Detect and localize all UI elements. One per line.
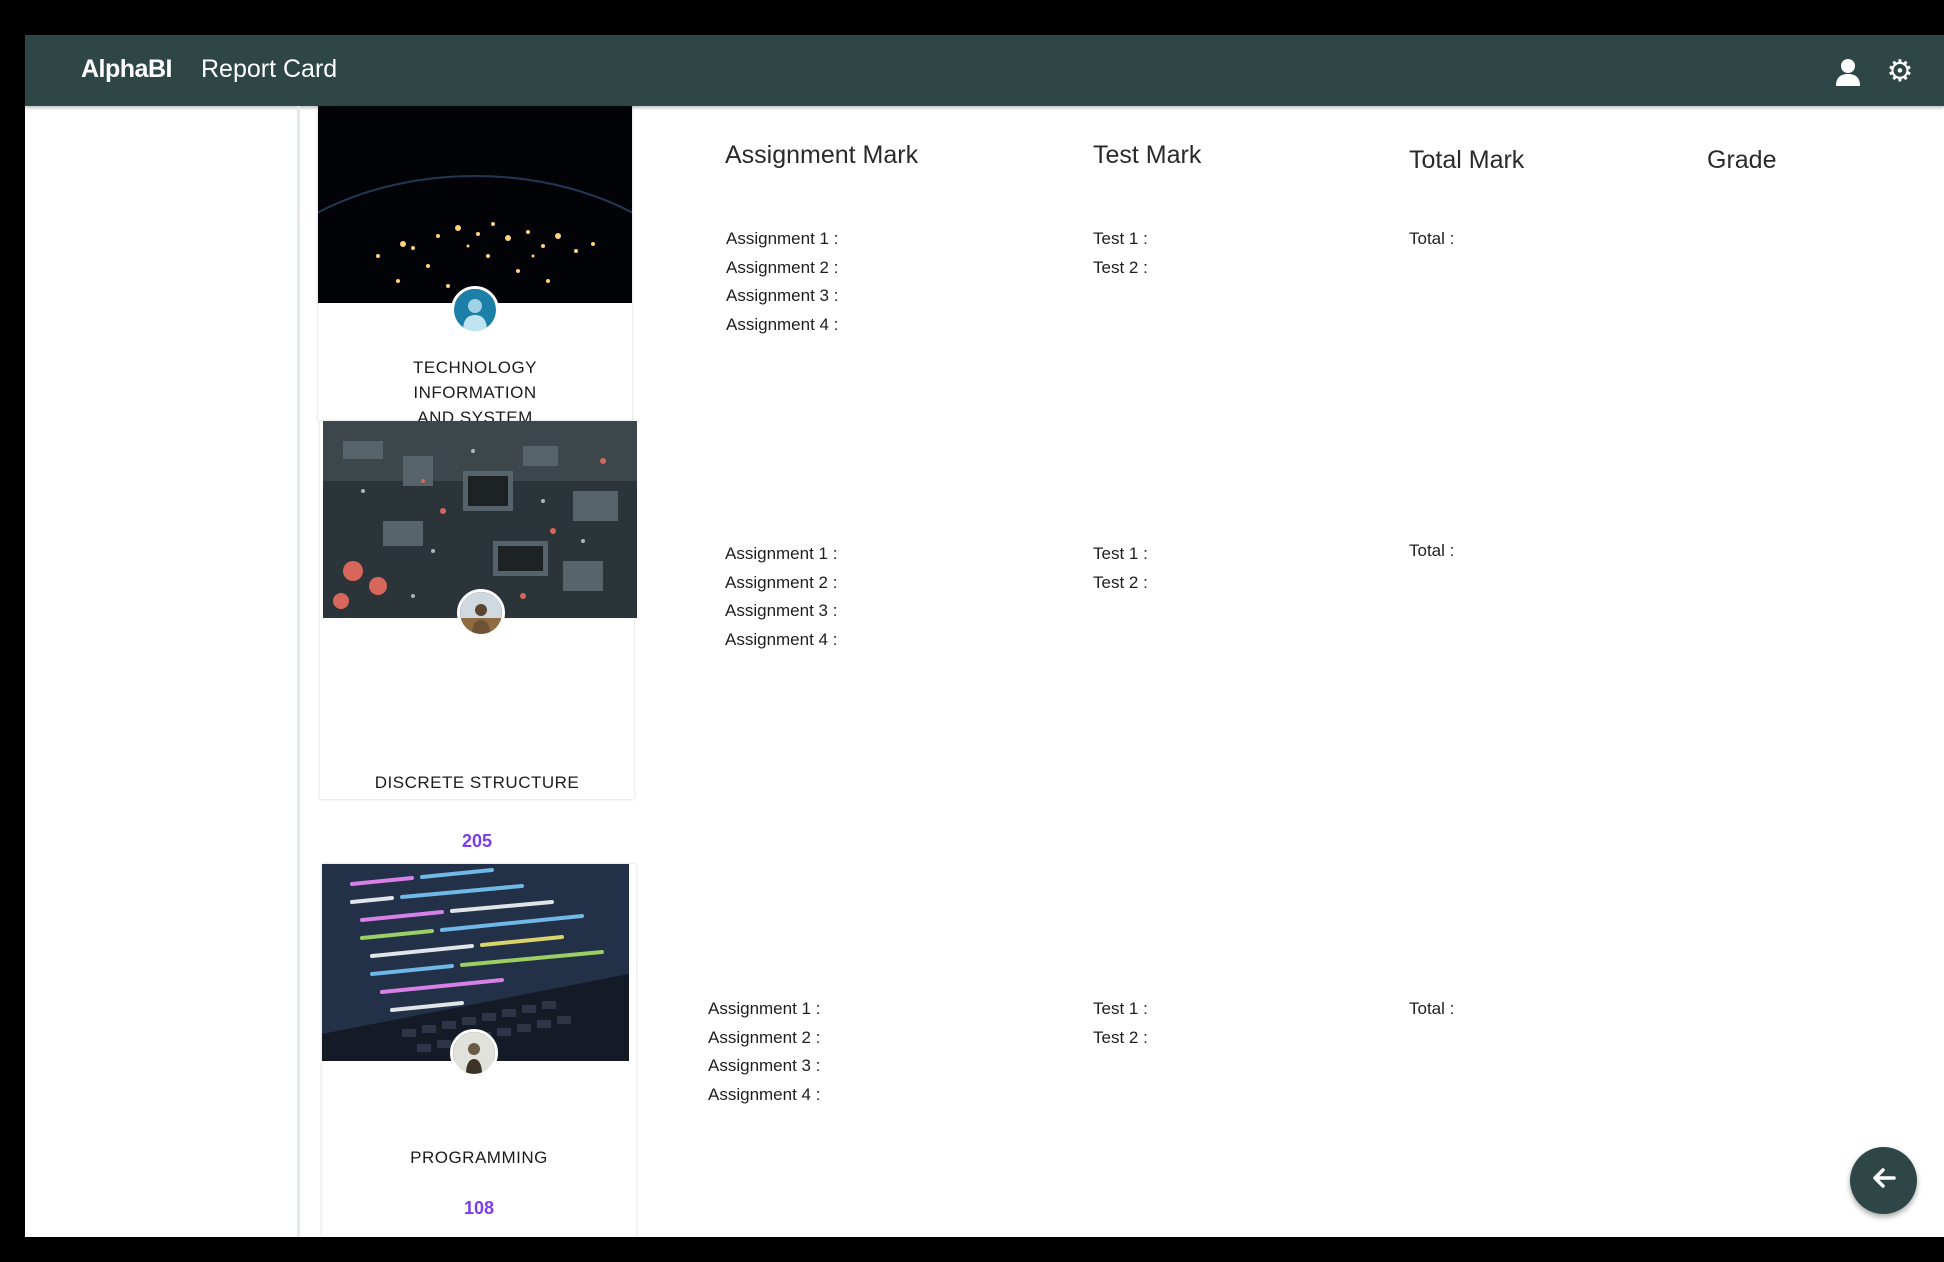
- test-2-label: Test 2 :: [1093, 1027, 1148, 1047]
- test-marks-list: Test 1 : Test 2 :: [1093, 540, 1148, 597]
- user-icon[interactable]: [1833, 57, 1863, 87]
- course-card-technology-information-and-system[interactable]: TECHNOLOGY INFORMATION AND SYSTEM 120: [318, 106, 632, 463]
- total-label: Total :: [1409, 541, 1455, 560]
- course-name: DISCRETE STRUCTURE: [374, 773, 580, 792]
- assignment-marks-list: Assignment 1 : Assignment 2 : Assignment…: [708, 995, 820, 1109]
- total-mark-list: Total :: [1409, 537, 1454, 566]
- assignment-2-label: Assignment 2 :: [725, 572, 838, 592]
- header-test-mark: Test Mark: [1093, 141, 1202, 169]
- assignment-3-label: Assignment 3 :: [726, 286, 839, 305]
- assignment-marks-list: Assignment 1 : Assignment 2 : Assignment…: [725, 540, 837, 654]
- arrow-left-icon: [1870, 1164, 1898, 1197]
- assignment-marks-list: Assignment 1 : Assignment 2 : Assignment…: [726, 225, 838, 339]
- test-1-label: Test 1 :: [1093, 229, 1148, 248]
- course-code: 205: [461, 831, 493, 851]
- assignment-4-label: Assignment 4 :: [708, 1084, 821, 1104]
- assignment-3-label: Assignment 3 :: [725, 601, 838, 620]
- assignment-1-label: Assignment 1 :: [708, 999, 821, 1018]
- header-total-mark: Total Mark: [1409, 146, 1525, 174]
- course-card-discrete-structure[interactable]: DISCRETE STRUCTURE 205: [320, 421, 637, 851]
- back-button[interactable]: [1850, 1147, 1917, 1214]
- sidebar-divider: [297, 106, 300, 1237]
- total-label: Total :: [1409, 999, 1455, 1018]
- test-1-label: Test 1 :: [1093, 999, 1148, 1018]
- test-marks-list: Test 1 : Test 2 :: [1093, 995, 1148, 1052]
- assignment-2-label: Assignment 2 :: [726, 257, 839, 277]
- instructor-avatar: [450, 1029, 498, 1077]
- total-mark-list: Total :: [1409, 995, 1454, 1024]
- report-card-window: AlphaBI Report Card ⚙ Assignment Mark Te…: [25, 35, 1944, 1237]
- course-code: 108: [463, 1198, 495, 1218]
- test-marks-list: Test 1 : Test 2 :: [1093, 225, 1148, 282]
- gear-icon[interactable]: ⚙: [1885, 57, 1915, 87]
- page-title: Report Card: [201, 55, 338, 83]
- test-2-label: Test 2 :: [1093, 257, 1148, 277]
- course-name: TECHNOLOGY INFORMATION AND SYSTEM: [412, 358, 538, 427]
- assignment-3-label: Assignment 3 :: [708, 1056, 821, 1075]
- total-label: Total :: [1409, 229, 1455, 248]
- assignment-2-label: Assignment 2 :: [708, 1027, 821, 1047]
- course-image-earth-night: [318, 106, 632, 303]
- assignment-4-label: Assignment 4 :: [725, 629, 838, 649]
- instructor-avatar: [451, 286, 499, 334]
- assignment-4-label: Assignment 4 :: [726, 314, 839, 334]
- header-assignment-mark: Assignment Mark: [725, 141, 919, 169]
- assignment-1-label: Assignment 1 :: [725, 544, 838, 563]
- total-mark-list: Total :: [1409, 225, 1454, 254]
- instructor-avatar: [457, 589, 505, 637]
- course-name: PROGRAMMING: [410, 1148, 548, 1167]
- test-1-label: Test 1 :: [1093, 544, 1148, 563]
- top-app-bar: AlphaBI Report Card ⚙: [25, 35, 1944, 106]
- test-2-label: Test 2 :: [1093, 572, 1148, 592]
- header-grade: Grade: [1707, 146, 1777, 174]
- assignment-1-label: Assignment 1 :: [726, 229, 839, 248]
- course-card-programming[interactable]: PROGRAMMING 108: [322, 864, 636, 1237]
- brand-logo[interactable]: AlphaBI: [81, 55, 172, 84]
